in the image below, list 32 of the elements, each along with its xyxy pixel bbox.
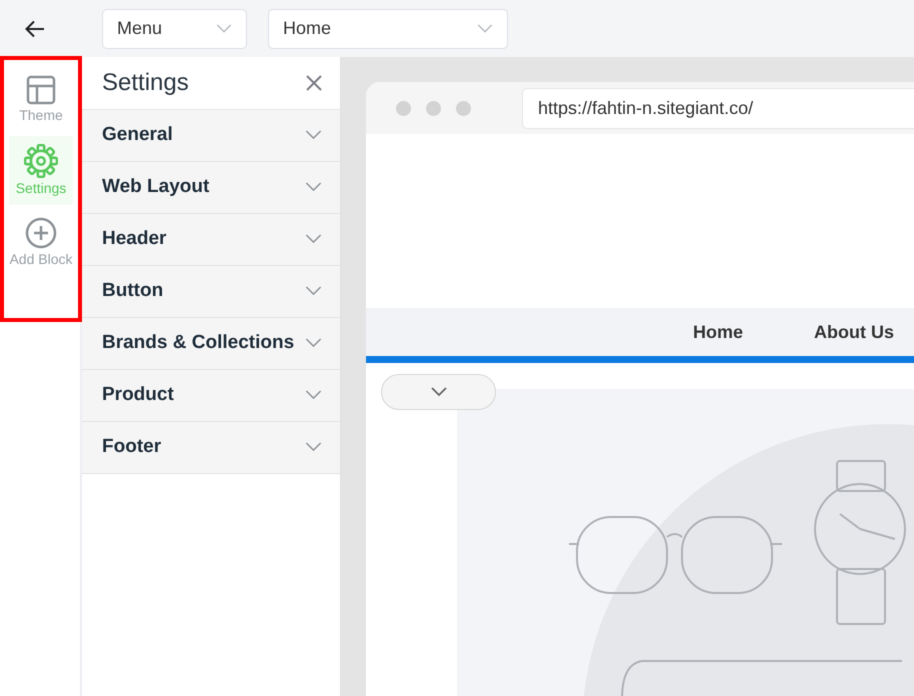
accordion-section[interactable]: Product	[82, 370, 340, 422]
chevron-down-icon	[305, 286, 322, 297]
window-dot	[456, 100, 471, 116]
nav-link[interactable]: About Us	[814, 318, 894, 346]
accordion-section[interactable]: Web Layout	[82, 162, 340, 214]
chevron-down-icon	[305, 234, 322, 245]
accordion-section[interactable]: Footer	[82, 422, 340, 474]
chevron-down-icon	[305, 442, 322, 453]
accordion-section[interactable]: Button	[82, 266, 340, 318]
back-arrow-icon	[25, 20, 45, 38]
window-dot	[426, 100, 441, 116]
add-circle-icon	[25, 217, 57, 249]
chevron-down-icon	[305, 338, 322, 349]
page-select[interactable]: Home	[268, 8, 508, 48]
panel-title: Settings	[102, 68, 189, 98]
settings-icon	[24, 144, 58, 178]
chevron-down-icon	[305, 182, 322, 193]
window-dot	[396, 100, 411, 116]
accordion-section[interactable]: Brands & Collections	[82, 318, 340, 370]
chevron-down-icon	[216, 24, 232, 34]
layout-icon	[26, 75, 56, 105]
chevron-down-icon	[477, 24, 493, 34]
close-icon	[306, 74, 322, 91]
chevron-down-icon	[305, 390, 322, 401]
chevron-down-icon	[430, 387, 446, 397]
dropdown-toggle[interactable]	[381, 374, 496, 410]
chevron-down-icon	[305, 130, 322, 141]
nav-link[interactable]: Home	[693, 318, 744, 346]
url-field[interactable]: https://fahtin-n.sitegiant.co/	[522, 88, 914, 128]
accordion-section[interactable]: General	[82, 110, 340, 162]
accordion-section[interactable]: Header	[82, 214, 340, 266]
menu-select[interactable]: Menu	[102, 8, 247, 48]
